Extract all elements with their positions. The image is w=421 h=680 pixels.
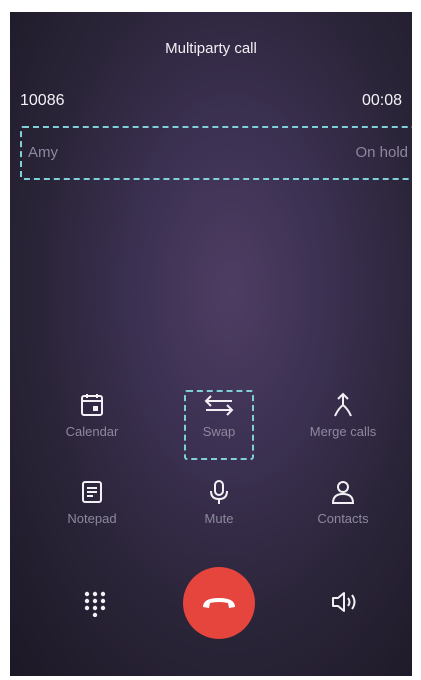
held-call-row[interactable]: Amy On hold: [20, 126, 412, 180]
screen-title: Multiparty call: [165, 40, 257, 57]
call-duration: 00:08: [361, 92, 402, 109]
calendar-button[interactable]: Calendar: [32, 392, 152, 439]
contacts-label: Contacts: [317, 511, 369, 526]
mute-button[interactable]: Mute: [159, 479, 279, 526]
calendar-label: Calendar: [65, 424, 119, 439]
end-call-button[interactable]: [183, 567, 255, 639]
calendar-icon: [81, 394, 103, 416]
active-call-number: 10086: [20, 92, 65, 109]
swap-highlight: [184, 390, 254, 460]
end-call-icon: [203, 598, 235, 608]
mute-label: Mute: [204, 511, 234, 526]
held-call-name: Amy: [28, 144, 58, 161]
speaker-icon[interactable]: [330, 589, 360, 615]
notepad-label: Notepad: [67, 511, 117, 526]
call-screen: Multiparty call 10086 00:08 Amy On hold …: [10, 12, 412, 676]
merge-calls-icon: [334, 392, 352, 417]
merge-calls-label: Merge calls: [309, 424, 377, 439]
dialpad-icon[interactable]: [81, 589, 109, 617]
merge-calls-button[interactable]: Merge calls: [283, 392, 403, 439]
person-icon: [331, 481, 355, 504]
microphone-icon: [210, 480, 228, 504]
notepad-icon: [82, 481, 102, 503]
notepad-button[interactable]: Notepad: [32, 479, 152, 526]
contacts-button[interactable]: Contacts: [283, 479, 403, 526]
held-call-status: On hold: [355, 144, 408, 161]
